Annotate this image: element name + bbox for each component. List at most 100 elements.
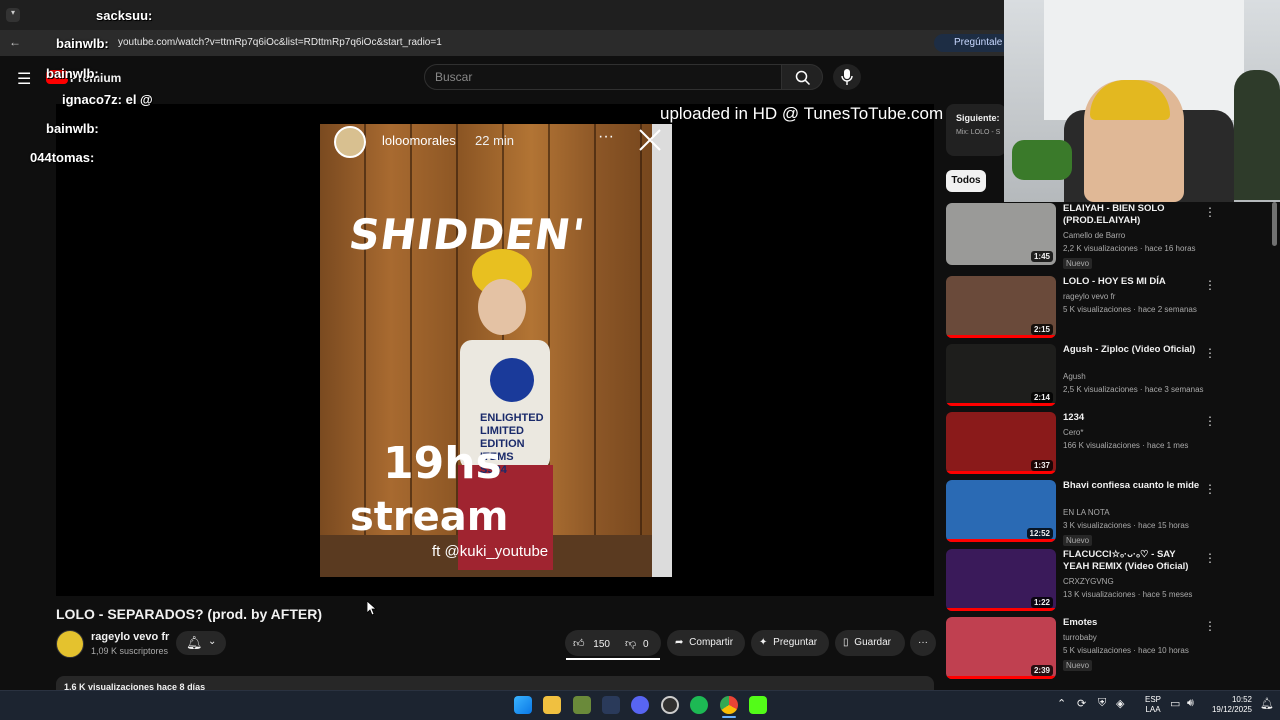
- search-input[interactable]: Buscar: [424, 64, 782, 90]
- kick-icon[interactable]: [749, 696, 767, 714]
- watch-progress-bar: [946, 403, 1056, 406]
- recommendation-views: 5 K visualizaciones · hace 2 semanas: [1063, 305, 1197, 314]
- mouse-cursor-icon: [367, 601, 377, 616]
- sidebar-scrollbar[interactable]: [1272, 202, 1277, 246]
- chat-user: ignaco7z:: [62, 92, 122, 107]
- tray-chevron-icon[interactable]: ⌃: [1057, 697, 1066, 710]
- clock[interactable]: 10:52 19/12/2025: [1206, 695, 1252, 715]
- recommendation-channel[interactable]: turrobaby: [1063, 633, 1097, 642]
- video-thumbnail[interactable]: 2:39: [946, 617, 1056, 679]
- tray-sync-icon[interactable]: ⟳: [1077, 697, 1086, 710]
- next-up-box[interactable]: Siguiente: Mix: LOLO - S: [946, 104, 1006, 156]
- menu-icon[interactable]: ☰: [17, 69, 31, 89]
- share-icon: ➦: [675, 637, 684, 648]
- recommendation-title[interactable]: ELAIYAH - BIEN SOLO (PROD.ELAIYAH): [1063, 203, 1203, 227]
- recommendation-item[interactable]: 1:45 ELAIYAH - BIEN SOLO (PROD.ELAIYAH) …: [946, 203, 1246, 269]
- recommendation-channel[interactable]: Cero*: [1063, 428, 1083, 437]
- more-vertical-icon[interactable]: ⋮: [1204, 551, 1216, 565]
- notifications-button[interactable]: 🔔︎ ⌄: [176, 631, 226, 655]
- recommendation-title[interactable]: LOLO - HOY ES MI DÍA: [1063, 276, 1203, 288]
- recommendation-channel[interactable]: Camello de Barro: [1063, 231, 1125, 240]
- chat-message: sacksuu:: [96, 8, 152, 23]
- like-count: 150: [593, 639, 610, 650]
- ask-button[interactable]: ✦ Preguntar: [751, 630, 829, 656]
- back-icon[interactable]: ←: [9, 35, 21, 49]
- video-duration: 2:14: [1030, 392, 1053, 403]
- story-header: loloomorales 22 min ···: [332, 124, 672, 160]
- tab-list-icon[interactable]: ▾: [6, 8, 20, 22]
- bookmark-icon: ▯: [843, 637, 849, 648]
- tray-app-icon[interactable]: ◈: [1116, 697, 1124, 710]
- notifications-bell-icon[interactable]: 🔔︎: [1260, 697, 1274, 710]
- discord-icon[interactable]: [631, 696, 649, 714]
- chrome-active-indicator: [722, 716, 736, 718]
- recommendation-views: 2,5 K visualizaciones · hace 3 semanas: [1063, 385, 1204, 394]
- more-vertical-icon[interactable]: ⋮: [1204, 414, 1216, 428]
- recommendation-channel[interactable]: Agush: [1063, 372, 1086, 381]
- more-vertical-icon[interactable]: ⋮: [1204, 205, 1216, 219]
- recommendation-title[interactable]: Agush - Ziploc (Video Oficial): [1063, 344, 1203, 356]
- language-indicator[interactable]: ESP LAA: [1140, 695, 1166, 715]
- video-thumbnail[interactable]: 1:22: [946, 549, 1056, 611]
- ask-gemini-label: Pregúntale a: [954, 37, 1011, 48]
- tray-security-icon[interactable]: ⛨: [1098, 697, 1106, 710]
- sparkle-icon: ✦: [759, 637, 768, 648]
- save-button[interactable]: ▯ Guardar: [835, 630, 905, 656]
- chat-user: bainwlb:: [46, 121, 99, 136]
- recommendation-channel[interactable]: EN LA NOTA: [1063, 508, 1110, 517]
- more-actions-button[interactable]: ···: [910, 630, 936, 656]
- obs-icon[interactable]: [661, 696, 679, 714]
- chat-user: bainwlb:: [46, 66, 99, 81]
- video-thumbnail[interactable]: 2:14: [946, 344, 1056, 406]
- recommendation-channel[interactable]: CRXZYGVNG: [1063, 577, 1114, 586]
- chat-user: 044tomas:: [30, 150, 95, 165]
- chat-message: bainwlb:: [56, 36, 109, 51]
- minecraft-icon[interactable]: [573, 696, 591, 714]
- chevron-down-icon: ⌄: [208, 636, 217, 647]
- voice-search-button[interactable]: [833, 64, 861, 90]
- new-badge: Nuevo: [1063, 660, 1093, 671]
- recommendation-title[interactable]: FLACUCCI☆ₒ·ᴗ·ₒ♡ - SAY YEAH REMIX (Video …: [1063, 549, 1203, 573]
- recommendation-item[interactable]: 2:15 LOLO - HOY ES MI DÍA rageylo vevo f…: [946, 276, 1246, 342]
- dislike-button[interactable]: 👎︎ 0: [619, 630, 661, 656]
- network-icon[interactable]: ▭: [1170, 697, 1180, 710]
- channel-avatar[interactable]: [56, 630, 84, 658]
- clock-time: 10:52: [1231, 695, 1252, 704]
- url-text[interactable]: youtube.com/watch?v=ttmRp7q6iOc&list=RDt…: [118, 37, 442, 48]
- recommendation-item[interactable]: 2:39 Emotes turrobaby 5 K visualizacione…: [946, 617, 1246, 683]
- search-button[interactable]: [781, 64, 823, 90]
- file-explorer-icon[interactable]: [543, 696, 561, 714]
- recommendation-title[interactable]: Emotes: [1063, 617, 1203, 629]
- steam-icon[interactable]: [602, 696, 620, 714]
- chrome-icon[interactable]: [720, 696, 738, 714]
- video-thumbnail[interactable]: 1:37: [946, 412, 1056, 474]
- subscriber-count: 1,09 K suscriptores: [91, 646, 169, 656]
- recommendation-channel[interactable]: rageylo vevo fr: [1063, 292, 1115, 301]
- chip-all[interactable]: Todos: [946, 170, 986, 192]
- more-vertical-icon[interactable]: ⋮: [1204, 482, 1216, 496]
- spotify-icon[interactable]: [690, 696, 708, 714]
- recommendation-item[interactable]: 2:14 Agush - Ziploc (Video Oficial) Agus…: [946, 344, 1246, 410]
- more-vertical-icon[interactable]: ⋮: [1204, 619, 1216, 633]
- recommendation-item[interactable]: 1:37 1234 Cero* 166 K visualizaciones · …: [946, 412, 1246, 478]
- more-vertical-icon[interactable]: ⋮: [1204, 346, 1216, 360]
- recommendation-item[interactable]: 12:52 Bhavi confiesa cuanto le mide EN L…: [946, 480, 1246, 546]
- webcam-toys: [1012, 140, 1072, 180]
- channel-name[interactable]: rageylo vevo fr: [91, 631, 169, 643]
- share-button[interactable]: ➦ Compartir: [667, 630, 745, 656]
- chat-message: ignaco7z: el @: [62, 92, 153, 107]
- new-badge: Nuevo: [1063, 258, 1093, 269]
- like-button[interactable]: 👍︎ 150: [565, 630, 619, 656]
- description-box[interactable]: 1,6 K visualizaciones hace 8 días: [56, 676, 934, 690]
- recommendation-title[interactable]: 1234: [1063, 412, 1203, 424]
- dislike-count: 0: [642, 639, 649, 650]
- more-vertical-icon[interactable]: ⋮: [1204, 278, 1216, 292]
- video-thumbnail[interactable]: 12:52: [946, 480, 1056, 542]
- volume-icon[interactable]: 🔊︎: [1187, 697, 1194, 710]
- recommendation-item[interactable]: 1:22 FLACUCCI☆ₒ·ᴗ·ₒ♡ - SAY YEAH REMIX (V…: [946, 549, 1246, 615]
- next-label: Siguiente:: [956, 113, 1000, 123]
- recommendation-title[interactable]: Bhavi confiesa cuanto le mide: [1063, 480, 1203, 492]
- video-thumbnail[interactable]: 2:15: [946, 276, 1056, 338]
- video-thumbnail[interactable]: 1:45: [946, 203, 1056, 265]
- windows-start-icon[interactable]: [514, 696, 532, 714]
